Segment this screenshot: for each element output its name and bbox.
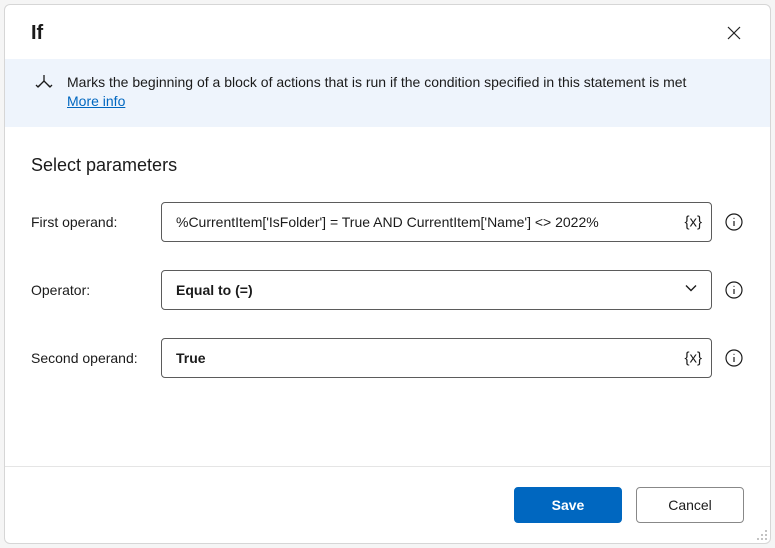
info-icon	[725, 349, 743, 367]
if-action-dialog: If Marks the beginning of a block of act…	[4, 4, 771, 544]
variable-picker-icon[interactable]: {x}	[684, 349, 702, 366]
operator-field-wrap: Equal to (=)	[161, 270, 712, 310]
first-operand-label: First operand:	[31, 214, 161, 230]
close-button[interactable]	[720, 19, 748, 47]
close-icon	[727, 26, 741, 40]
dialog-header: If	[5, 5, 770, 59]
operator-row: Operator: Equal to (=)	[31, 270, 744, 310]
dialog-content: Select parameters First operand: {x} Ope…	[5, 127, 770, 466]
info-text-wrap: Marks the beginning of a block of action…	[67, 73, 686, 111]
dialog-footer: Save Cancel	[5, 466, 770, 543]
second-operand-help[interactable]	[724, 348, 744, 368]
first-operand-field-wrap: {x}	[161, 202, 712, 242]
cancel-button[interactable]: Cancel	[636, 487, 744, 523]
info-icon	[725, 281, 743, 299]
second-operand-field-wrap: {x}	[161, 338, 712, 378]
first-operand-row: First operand: {x}	[31, 202, 744, 242]
operator-select[interactable]: Equal to (=)	[161, 270, 712, 310]
second-operand-label: Second operand:	[31, 350, 161, 366]
operator-label: Operator:	[31, 282, 161, 298]
second-operand-row: Second operand: {x}	[31, 338, 744, 378]
second-operand-input[interactable]	[161, 338, 712, 378]
more-info-link[interactable]: More info	[67, 93, 125, 109]
dialog-title: If	[31, 22, 43, 45]
save-button[interactable]: Save	[514, 487, 622, 523]
info-bar: Marks the beginning of a block of action…	[5, 59, 770, 127]
section-title: Select parameters	[31, 155, 744, 176]
info-description: Marks the beginning of a block of action…	[67, 74, 686, 90]
first-operand-input[interactable]	[161, 202, 712, 242]
branch-icon	[35, 73, 53, 99]
operator-help[interactable]	[724, 280, 744, 300]
info-icon	[725, 213, 743, 231]
first-operand-help[interactable]	[724, 212, 744, 232]
variable-picker-icon[interactable]: {x}	[684, 213, 702, 230]
resize-handle[interactable]	[755, 528, 769, 542]
